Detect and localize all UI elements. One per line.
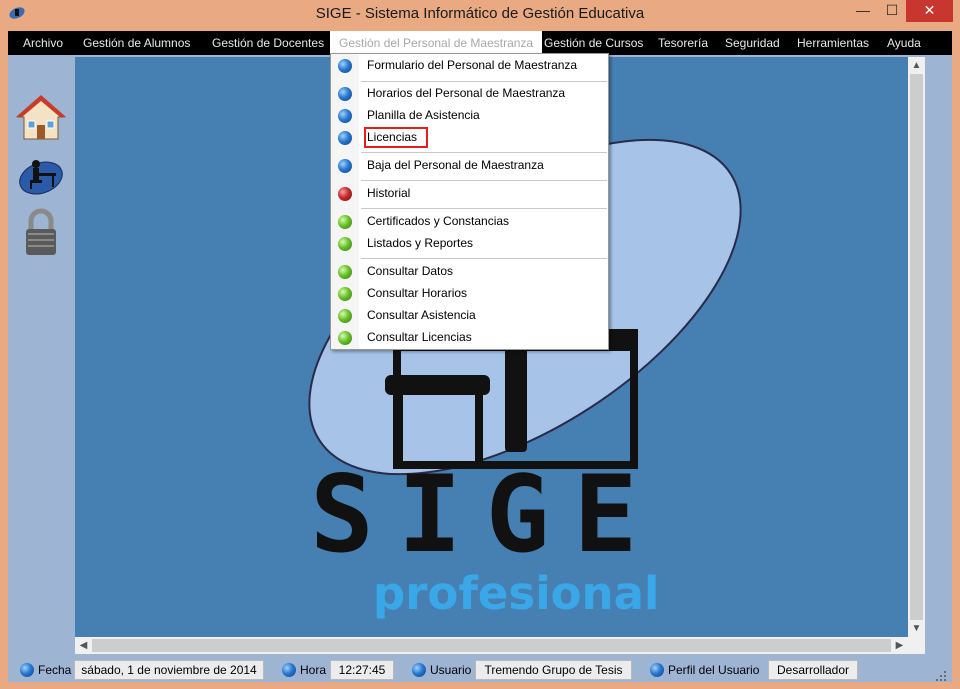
blue-bullet-icon [338, 109, 352, 123]
menu-separator [361, 180, 607, 181]
status-bullet-icon [20, 663, 34, 677]
menu-gestion-personal-maestranza[interactable]: Gestión del Personal de Maestranza [330, 31, 543, 55]
blue-bullet-icon [338, 87, 352, 101]
menu-item-consultar-datos[interactable]: Consultar Datos [333, 261, 607, 283]
personal-maestranza-dropdown: Formulario del Personal de Maestranza Ho… [330, 53, 609, 350]
close-button[interactable]: ✕ [906, 0, 953, 22]
menu-separator [361, 258, 607, 259]
teacher-desk-icon[interactable] [16, 151, 66, 201]
usuario-label: Usuario [430, 663, 472, 677]
menu-item-historial[interactable]: Historial [333, 183, 607, 205]
menu-item-certificados[interactable]: Certificados y Constancias [333, 211, 607, 233]
usuario-value: Tremendo Grupo de Tesis [475, 660, 632, 680]
perfil-value: Desarrollador [768, 660, 858, 680]
fecha-value: sábado, 1 de noviembre de 2014 [74, 660, 264, 680]
menu-item-consultar-horarios[interactable]: Consultar Horarios [333, 283, 607, 305]
green-bullet-icon [338, 265, 352, 279]
green-bullet-icon [338, 215, 352, 229]
status-bullet-icon [412, 663, 426, 677]
maximize-button[interactable]: ☐ [878, 0, 906, 22]
scroll-right-arrow-icon[interactable]: ▶ [891, 637, 908, 654]
red-bullet-icon [338, 187, 352, 201]
left-toolbar [8, 55, 72, 658]
padlock-icon[interactable] [16, 207, 66, 257]
menu-seguridad[interactable]: Seguridad [725, 31, 780, 55]
perfil-label: Perfil del Usuario [668, 663, 760, 677]
logo-subtitle: profesional [373, 567, 660, 620]
blue-bullet-icon [338, 59, 352, 73]
green-bullet-icon [338, 237, 352, 251]
window-title: SIGE - Sistema Informático de Gestión Ed… [315, 5, 645, 22]
horizontal-scrollbar[interactable]: ◀ ▶ [75, 637, 908, 654]
blue-bullet-icon [338, 131, 352, 145]
menu-item-licencias[interactable]: Licencias [333, 127, 607, 149]
title-bar: SIGE - Sistema Informático de Gestión Ed… [0, 0, 960, 31]
status-bullet-icon [650, 663, 664, 677]
menu-item-formulario[interactable]: Formulario del Personal de Maestranza [333, 55, 607, 77]
status-bullet-icon [282, 663, 296, 677]
menu-gestion-cursos[interactable]: Gestión de Cursos [544, 31, 643, 55]
menu-separator [361, 152, 607, 153]
status-bar: Fecha sábado, 1 de noviembre de 2014 Hor… [8, 658, 952, 682]
menu-separator [361, 81, 607, 82]
menu-archivo[interactable]: Archivo [23, 31, 63, 55]
menu-separator [361, 208, 607, 209]
scroll-left-arrow-icon[interactable]: ◀ [75, 637, 92, 654]
menu-gestion-docentes[interactable]: Gestión de Docentes [212, 31, 324, 55]
logo-title: SIGE [310, 453, 662, 576]
home-icon[interactable] [16, 93, 66, 143]
resize-grip-icon[interactable] [935, 670, 947, 682]
horizontal-scroll-thumb[interactable] [92, 639, 891, 652]
green-bullet-icon [338, 309, 352, 323]
menu-herramientas[interactable]: Herramientas [797, 31, 869, 55]
green-bullet-icon [338, 331, 352, 345]
menu-item-consultar-asistencia[interactable]: Consultar Asistencia [333, 305, 607, 327]
minimize-button[interactable]: — [848, 0, 878, 22]
menu-tesoreria[interactable]: Tesorería [658, 31, 708, 55]
menu-item-planilla-asistencia[interactable]: Planilla de Asistencia [333, 105, 607, 127]
vertical-scroll-thumb[interactable] [910, 74, 923, 620]
menu-gestion-alumnos[interactable]: Gestión de Alumnos [83, 31, 190, 55]
scroll-up-arrow-icon[interactable]: ▲ [908, 57, 925, 74]
menu-item-baja[interactable]: Baja del Personal de Maestranza [333, 155, 607, 177]
scroll-corner [908, 637, 925, 654]
menu-item-consultar-licencias[interactable]: Consultar Licencias [333, 327, 607, 349]
hora-label: Hora [300, 663, 327, 677]
menu-bar: Archivo Gestión de Alumnos Gestión de Do… [8, 31, 952, 55]
scroll-down-arrow-icon[interactable]: ▼ [908, 620, 925, 637]
menu-item-listados[interactable]: Listados y Reportes [333, 233, 607, 255]
hora-value: 12:27:45 [330, 660, 394, 680]
blue-bullet-icon [338, 159, 352, 173]
green-bullet-icon [338, 287, 352, 301]
vertical-scrollbar[interactable]: ▲ ▼ [908, 57, 925, 637]
menu-item-horarios[interactable]: Horarios del Personal de Maestranza [333, 83, 607, 105]
menu-ayuda[interactable]: Ayuda [887, 31, 921, 55]
fecha-label: Fecha [38, 663, 72, 677]
